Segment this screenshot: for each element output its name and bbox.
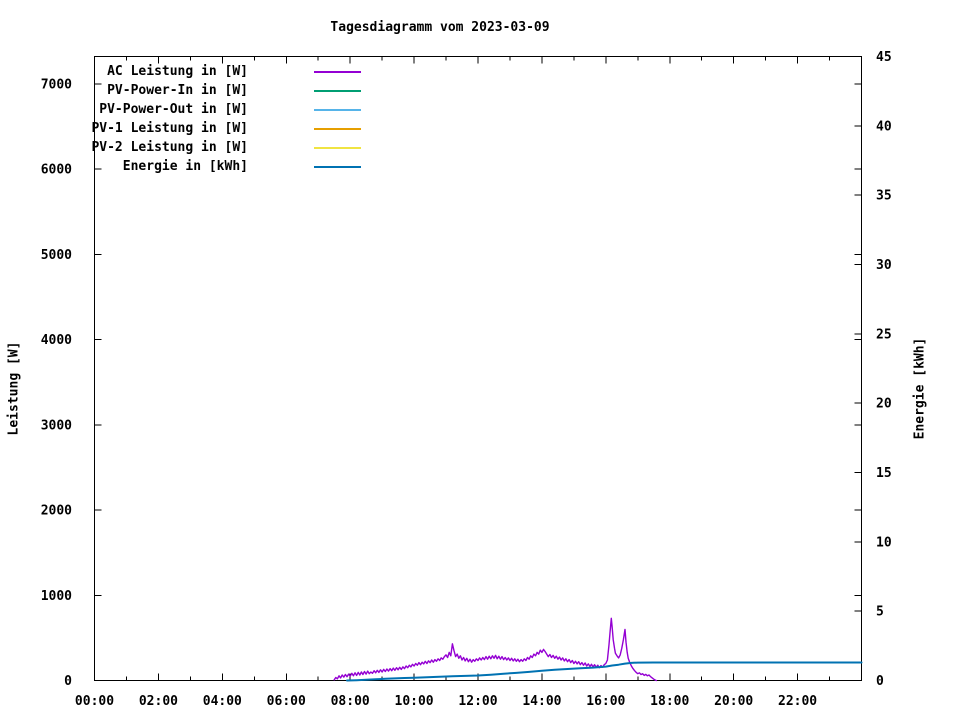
x-tick-label: 20:00 bbox=[714, 694, 753, 709]
x-tick-label: 00:00 bbox=[75, 694, 114, 709]
y-right-tick-label: 25 bbox=[876, 327, 892, 342]
x-tick-label: 18:00 bbox=[650, 694, 689, 709]
legend-item-label: PV-1 Leistung in [W] bbox=[91, 121, 248, 136]
legend: AC Leistung in [W] PV-Power-In in [W] PV-P… bbox=[0, 62, 380, 176]
legend-item: PV-1 Leistung in [W] bbox=[0, 119, 380, 138]
y-right-tick-label: 0 bbox=[876, 674, 884, 689]
x-tick-label: 16:00 bbox=[586, 694, 625, 709]
series-line-0 bbox=[333, 617, 657, 682]
y-right-tick-label: 20 bbox=[876, 397, 892, 412]
y-axis-label-right: Energie [kWh] bbox=[912, 337, 928, 440]
day-diagram-chart: 0 1000 2000 3000 4000 5000 6000 7000 0 5 10 15 20 25 3… bbox=[0, 0, 960, 720]
legend-line-swatch bbox=[314, 166, 361, 168]
legend-line-swatch bbox=[314, 109, 361, 111]
y-right-tick-label: 45 bbox=[876, 50, 892, 65]
legend-item: AC Leistung in [W] bbox=[0, 62, 380, 81]
y-left-tick-label: 3000 bbox=[41, 418, 72, 433]
y-axis-label-left: Leistung [W] bbox=[6, 341, 22, 436]
x-tick-label: 12:00 bbox=[458, 694, 497, 709]
x-tick-label: 22:00 bbox=[778, 694, 817, 709]
y-left-tick-label: 0 bbox=[64, 674, 72, 689]
x-tick-label: 08:00 bbox=[331, 694, 370, 709]
legend-item: Energie in [kWh] bbox=[0, 157, 380, 176]
y-left-tick-label: 1000 bbox=[41, 589, 72, 604]
y-left-tick-label: 5000 bbox=[41, 248, 72, 263]
legend-item-label: PV-2 Leistung in [W] bbox=[91, 140, 248, 155]
legend-item: PV-2 Leistung in [W] bbox=[0, 138, 380, 157]
legend-item-label: Energie in [kWh] bbox=[122, 159, 248, 174]
y-left-tick-label: 4000 bbox=[41, 333, 72, 348]
legend-item: PV-Power-Out in [W] bbox=[0, 100, 380, 119]
y-right-tick-label: 15 bbox=[876, 466, 892, 481]
legend-line-swatch bbox=[314, 71, 361, 73]
y-left-tick-label: 2000 bbox=[41, 504, 72, 519]
y-right-tick-label: 35 bbox=[876, 189, 892, 204]
legend-item-label: PV-Power-Out in [W] bbox=[99, 102, 248, 117]
legend-line-swatch bbox=[314, 128, 361, 130]
y-right-tick-label: 30 bbox=[876, 258, 892, 273]
legend-item-label: AC Leistung in [W] bbox=[107, 64, 248, 79]
chart-title: Tagesdiagramm vom 2023-03-09 bbox=[330, 20, 550, 35]
y-right-tick-label: 40 bbox=[876, 119, 892, 134]
legend-line-swatch bbox=[314, 90, 361, 92]
y-right-tick-label: 5 bbox=[876, 605, 884, 620]
legend-line-swatch bbox=[314, 147, 361, 149]
x-tick-label: 02:00 bbox=[139, 694, 178, 709]
legend-item: PV-Power-In in [W] bbox=[0, 81, 380, 100]
x-tick-label: 10:00 bbox=[395, 694, 434, 709]
y-right-tick-label: 10 bbox=[876, 535, 892, 550]
x-tick-label: 06:00 bbox=[267, 694, 306, 709]
x-tick-label: 04:00 bbox=[203, 694, 242, 709]
legend-item-label: PV-Power-In in [W] bbox=[107, 83, 248, 98]
x-tick-label: 14:00 bbox=[522, 694, 561, 709]
